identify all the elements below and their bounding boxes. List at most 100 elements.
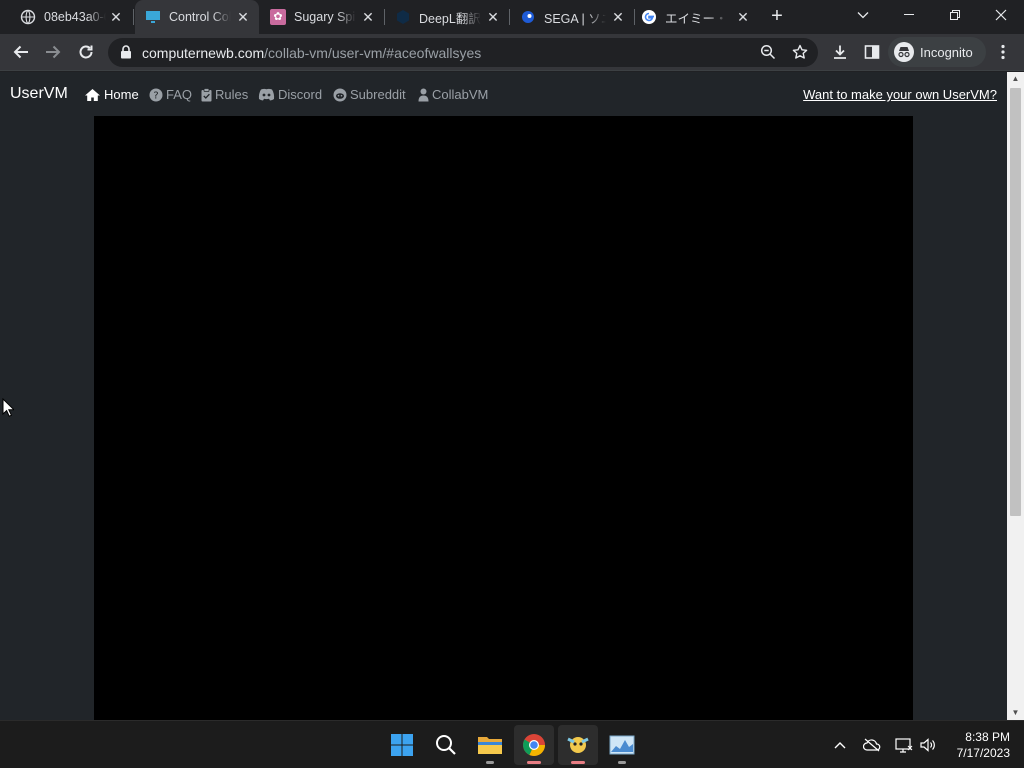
nav-discord-label: Discord [278,87,323,102]
cartoon-app-icon [567,737,589,753]
side-panel-icon [864,45,880,59]
bookmark-star-icon[interactable] [791,43,809,61]
nav-home[interactable]: Home [84,87,139,102]
mouse-cursor-icon [2,398,14,417]
url-path: /collab-vm/user-vm/#aceofwallsyes [264,45,482,61]
tab-strip: 08eb43a0-0 ✕ Control Col ✕ ✿ Sugary Spir… [0,0,1024,34]
svg-text:?: ? [153,90,158,101]
file-explorer-button[interactable] [470,725,510,765]
kebab-menu-icon [1001,44,1005,60]
tab-5[interactable]: エイミー・ロー ✕ [635,0,759,34]
nav-home-label: Home [104,87,139,102]
close-icon [995,9,1007,21]
site-navbar: UserVM Home ? FAQ Rules Discord Subreddi… [0,72,1007,116]
system-clock[interactable]: 8:38 PM 7/17/2023 [957,729,1010,761]
close-window-button[interactable] [978,0,1024,30]
close-tab-icon[interactable]: ✕ [610,9,626,25]
close-tab-icon[interactable]: ✕ [360,9,376,25]
search-button[interactable] [426,725,466,765]
incognito-icon [894,42,914,62]
new-tab-button[interactable]: + [766,6,788,28]
folder-icon [478,737,502,754]
tab-separator [133,9,134,25]
volume-control[interactable] [918,735,938,755]
make-own-uservm-link[interactable]: Want to make your own UserVM? [803,87,997,102]
minimize-button[interactable] [886,0,932,30]
web-page: UserVM Home ? FAQ Rules Discord Subreddi… [0,72,1007,720]
show-hidden-icons-button[interactable] [830,735,850,755]
restore-icon [950,10,960,20]
running-indicator [486,761,494,764]
arrow-left-icon [13,45,28,59]
nav-subreddit[interactable]: Subreddit [333,87,406,102]
tab-title: Sugary Spir [294,10,356,24]
incognito-label: Incognito [920,44,973,60]
incognito-badge[interactable]: Incognito [888,37,986,67]
nav-collabvm[interactable]: CollabVM [418,87,488,102]
minimize-icon [904,14,914,15]
tab-title: 08eb43a0-0 [44,10,106,24]
downloads-button[interactable] [828,40,852,64]
back-button[interactable] [9,40,33,64]
tab-3[interactable]: DeepL翻訳 ✕ [385,0,509,34]
tab-4[interactable]: SEGA | ソニ ✕ [510,0,634,34]
nav-rules[interactable]: Rules [201,87,248,102]
close-tab-icon[interactable]: ✕ [735,9,751,25]
discord-icon [258,88,275,101]
google-icon [641,9,657,25]
app-button[interactable] [558,725,598,765]
tab-title: SEGA | ソニ [544,11,606,26]
globe-icon [20,9,36,25]
nav-faq-label: FAQ [166,87,193,102]
tab-title: Control Col [169,10,231,24]
url-host: computernewb.com [142,45,265,61]
deepl-icon [395,9,411,25]
reload-icon [79,45,93,59]
chevron-down-icon [857,12,869,19]
tab-search-button[interactable] [840,0,886,30]
nav-collabvm-label: CollabVM [432,87,489,102]
vm-display[interactable] [94,116,913,720]
download-icon [834,45,846,59]
taskbar: 8:38 PM 7/17/2023 [0,720,1024,768]
zoom-icon[interactable] [759,43,777,61]
cloud-off-icon [863,738,881,752]
close-tab-icon[interactable]: ✕ [108,9,124,25]
network-status[interactable] [894,735,914,755]
task-manager-button[interactable] [602,725,642,765]
scrollbar-thumb[interactable] [1010,88,1021,516]
forward-button[interactable] [41,40,65,64]
start-button[interactable] [382,725,422,765]
tab-0[interactable]: 08eb43a0-0 ✕ [0,0,132,34]
monitor-icon [145,9,161,25]
performance-graph-icon [609,735,635,755]
reload-button[interactable] [74,40,98,64]
chrome-button[interactable] [514,725,554,765]
lock-icon[interactable] [120,45,132,64]
person-icon [418,88,429,102]
tab-1[interactable]: Control Col ✕ [135,0,259,34]
address-bar[interactable]: computernewb.com/collab-vm/user-vm/#aceo… [108,38,818,67]
tab-title: エイミー・ロー [665,11,727,26]
side-panel-button[interactable] [860,40,884,64]
scroll-up-arrow[interactable]: ▲ [1007,72,1024,86]
tab-2[interactable]: ✿ Sugary Spir ✕ [260,0,384,34]
sugary-spire-icon: ✿ [270,9,286,25]
nav-faq[interactable]: ? FAQ [149,87,192,102]
close-tab-icon[interactable]: ✕ [235,9,251,25]
close-tab-icon[interactable]: ✕ [485,9,501,25]
clipboard-check-icon [201,87,212,102]
site-brand[interactable]: UserVM [10,85,68,103]
page-scrollbar[interactable]: ▲ ▼ [1007,72,1024,720]
home-icon [84,88,101,102]
restore-button[interactable] [932,0,978,30]
clock-time: 8:38 PM [965,730,1010,744]
menu-button[interactable] [991,40,1015,64]
sonic-icon [520,9,536,25]
tab-title: DeepL翻訳 [419,11,481,26]
clock-date: 7/17/2023 [956,746,1010,760]
arrow-right-icon [46,45,61,59]
onedrive-status[interactable] [862,735,882,755]
scroll-down-arrow[interactable]: ▼ [1007,706,1024,720]
nav-discord[interactable]: Discord [258,87,322,102]
